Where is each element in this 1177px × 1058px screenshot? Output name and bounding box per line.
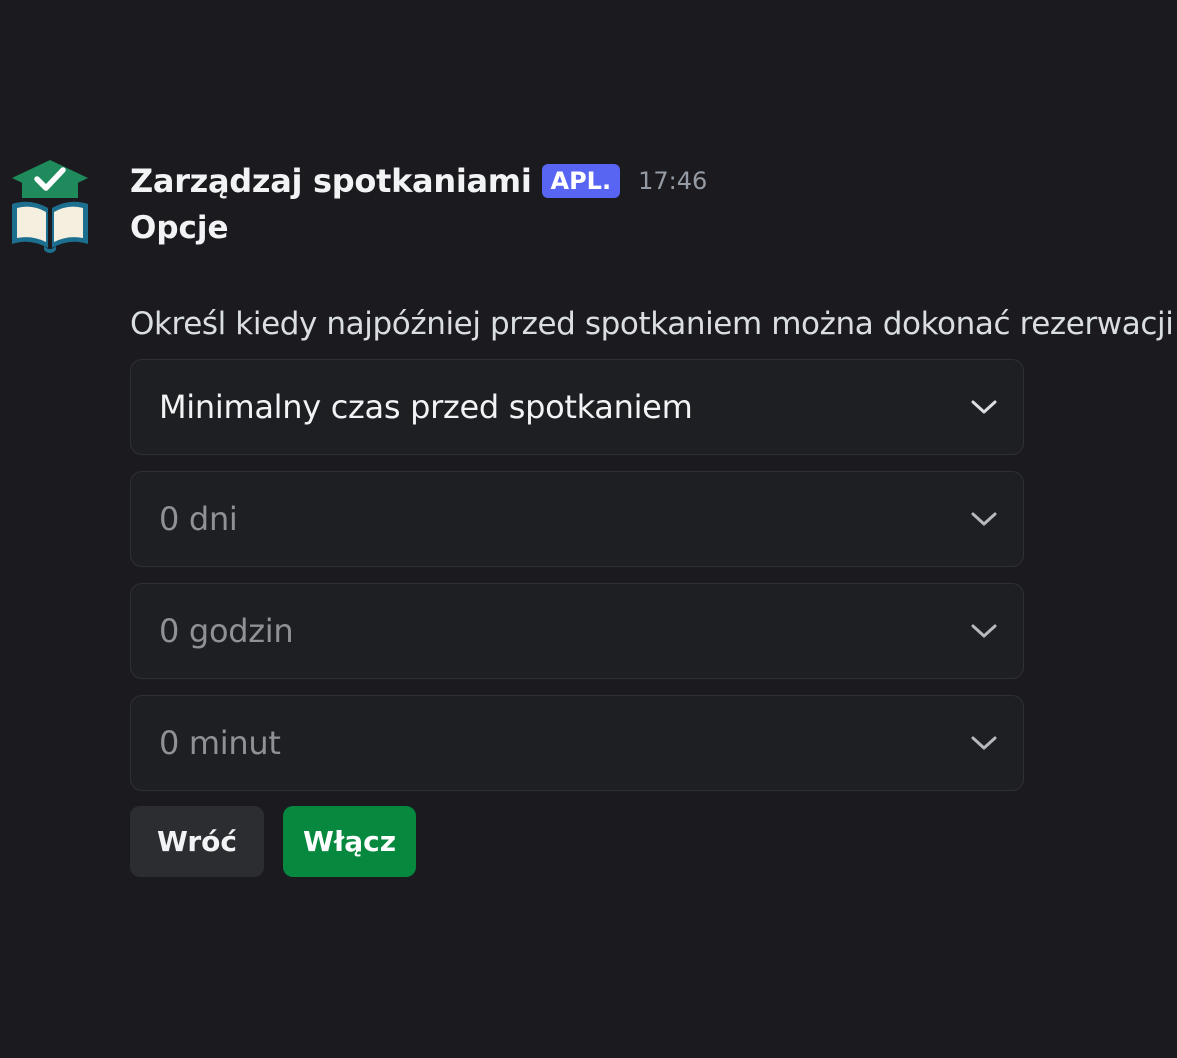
message-header: Zarządzaj spotkaniami APL. 17:46 — [130, 160, 707, 202]
back-button[interactable]: Wróć — [130, 806, 264, 877]
chevron-down-icon — [969, 728, 999, 758]
select-label: Minimalny czas przed spotkaniem — [159, 388, 693, 426]
app-badge: APL. — [541, 164, 621, 198]
bot-avatar[interactable] — [8, 158, 92, 254]
book-graduation-cap-check-icon — [12, 160, 88, 253]
chevron-down-icon — [969, 392, 999, 422]
select-hours[interactable]: 0 godzin — [130, 583, 1024, 679]
author-name[interactable]: Zarządzaj spotkaniami — [130, 162, 532, 200]
select-label: 0 minut — [159, 724, 281, 762]
bot-message: Zarządzaj spotkaniami APL. 17:46 Opcje O… — [0, 0, 1177, 1058]
select-label: 0 dni — [159, 500, 238, 538]
timestamp[interactable]: 17:46 — [638, 167, 707, 195]
embed-description: Określ kiedy najpóźniej przed spotkaniem… — [130, 306, 1174, 342]
chevron-down-icon — [969, 504, 999, 534]
select-days[interactable]: 0 dni — [130, 471, 1024, 567]
select-option-type[interactable]: Minimalny czas przed spotkaniem — [130, 359, 1024, 455]
select-minutes[interactable]: 0 minut — [130, 695, 1024, 791]
enable-button[interactable]: Włącz — [283, 806, 416, 877]
select-label: 0 godzin — [159, 612, 294, 650]
embed-title: Opcje — [130, 210, 229, 246]
chevron-down-icon — [969, 616, 999, 646]
